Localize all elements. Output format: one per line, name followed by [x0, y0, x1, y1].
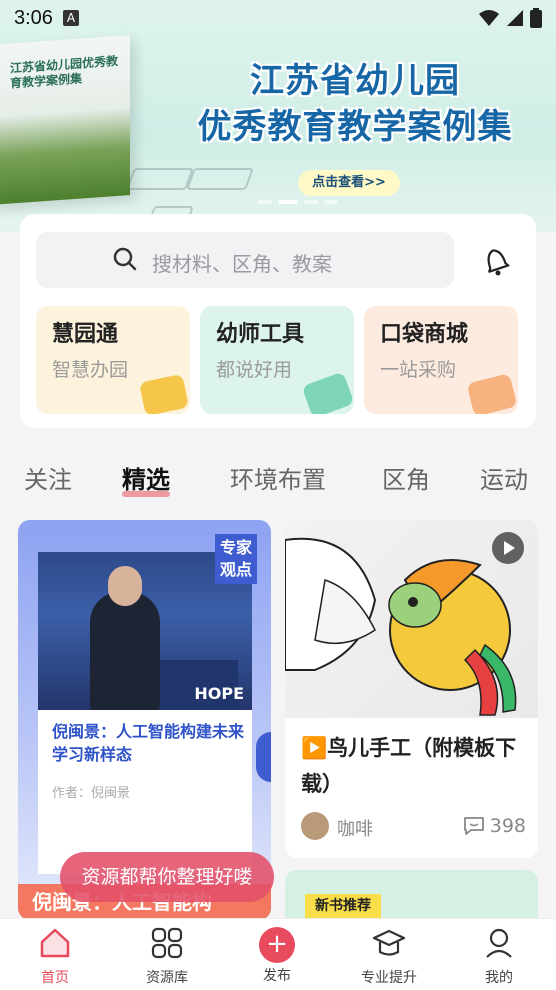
event-logo: HOPE — [194, 684, 244, 703]
bell-icon[interactable] — [478, 242, 514, 278]
card-author[interactable]: 咖啡 — [337, 815, 373, 841]
nav-me[interactable]: 我的 — [454, 925, 544, 987]
card-title: 倪闽景：人工智能构建未来学习新样态 — [52, 722, 245, 764]
pagination-dot — [258, 200, 272, 204]
speaker-figure — [90, 592, 160, 710]
category-tabs: 关注 精选 环境布置 区角 运动 — [0, 452, 556, 502]
search-placeholder: 搜材料、区角、教案 — [152, 252, 332, 276]
wifi-icon — [479, 10, 499, 26]
comment-icon — [464, 817, 484, 835]
graduation-cap-icon — [372, 929, 406, 956]
tab-follow[interactable]: 关注 — [24, 460, 72, 495]
user-icon — [486, 928, 512, 958]
home-icon — [40, 928, 70, 958]
new-book-tag: 新书推荐 — [305, 894, 381, 918]
nav-label: 发布 — [263, 968, 291, 984]
nav-label: 资源库 — [146, 970, 188, 986]
pagination-dot — [304, 200, 318, 204]
paper-plane-decoration — [125, 168, 195, 190]
nav-resources[interactable]: 资源库 — [122, 925, 212, 987]
battery-icon — [530, 8, 542, 28]
banner-cta-button[interactable]: 点击查看>> — [298, 170, 400, 196]
nav-publish[interactable]: + 发布 — [232, 925, 322, 985]
book-cover-title: 江苏省幼儿园优秀教育教学案例集 — [10, 53, 119, 91]
nav-label: 我的 — [485, 970, 513, 986]
speaker-head — [108, 566, 142, 606]
tab-featured[interactable]: 精选 — [122, 460, 170, 497]
card-text-panel: 倪闽景：人工智能构建未来学习新样态 作者：倪闽景 — [38, 710, 252, 874]
comment-count: 398 — [489, 815, 526, 837]
plus-icon: + — [259, 927, 295, 963]
tab-corner[interactable]: 区角 — [382, 460, 430, 495]
banner-headline-line2: 优秀教育教学案例集 — [197, 107, 513, 147]
card-title: ▶️鸟儿手工（附模板下载） — [301, 736, 517, 796]
feed-card-bird-craft[interactable]: ▶️鸟儿手工（附模板下载） 咖啡 398 — [285, 520, 538, 858]
tile-title: 口袋商城 — [380, 322, 469, 347]
notification-icon: A — [62, 10, 79, 26]
decorative-circle — [256, 732, 271, 782]
card-meta: 咖啡 398 — [301, 812, 526, 842]
nav-label: 专业提升 — [361, 970, 417, 986]
tab-sports[interactable]: 运动 — [480, 460, 528, 495]
tile-title: 幼师工具 — [216, 322, 305, 347]
play-icon[interactable] — [492, 532, 524, 564]
bottom-nav: 首页 资源库 + 发布 专业提升 我的 — [0, 918, 556, 990]
nav-professional[interactable]: 专业提升 — [344, 925, 434, 987]
nav-home[interactable]: 首页 — [10, 925, 100, 987]
tile-huiyuantong[interactable]: 慧园通 智慧办园 — [36, 306, 190, 414]
toast-message: 资源都帮你整理好喽 — [60, 852, 274, 902]
nav-label: 首页 — [41, 970, 69, 986]
paper-plane-decoration — [185, 168, 255, 190]
pagination-dot — [324, 200, 338, 204]
grid-icon — [151, 927, 183, 959]
banner-headline-line1: 江苏省幼儿园 — [250, 61, 460, 101]
quick-access-card: 搜材料、区角、教案 慧园通 智慧办园 幼师工具 都说好用 口袋商城 一站采购 — [20, 214, 536, 428]
search-bar[interactable]: 搜材料、区角、教案 — [36, 232, 454, 288]
book-cover-image: 江苏省幼儿园优秀教育教学案例集 — [0, 35, 130, 205]
search-icon — [113, 247, 137, 271]
banner-headline: 江苏省幼儿园 优秀教育教学案例集 — [170, 58, 540, 150]
avatar[interactable] — [301, 812, 329, 840]
pagination-dot-active — [278, 200, 298, 204]
status-bar: 3:06 A — [0, 0, 556, 36]
tab-environment[interactable]: 环境布置 — [230, 460, 326, 495]
tile-teacher-tools[interactable]: 幼师工具 都说好用 — [200, 306, 354, 414]
expert-badge: 专家观点 — [215, 534, 257, 584]
signal-icon — [507, 10, 523, 26]
tile-pocket-mall[interactable]: 口袋商城 一站采购 — [364, 306, 518, 414]
banner-pagination — [258, 200, 338, 204]
status-time: 3:06 — [14, 6, 53, 29]
tile-title: 慧园通 — [52, 322, 119, 347]
card-author: 作者：倪闽景 — [52, 786, 131, 801]
